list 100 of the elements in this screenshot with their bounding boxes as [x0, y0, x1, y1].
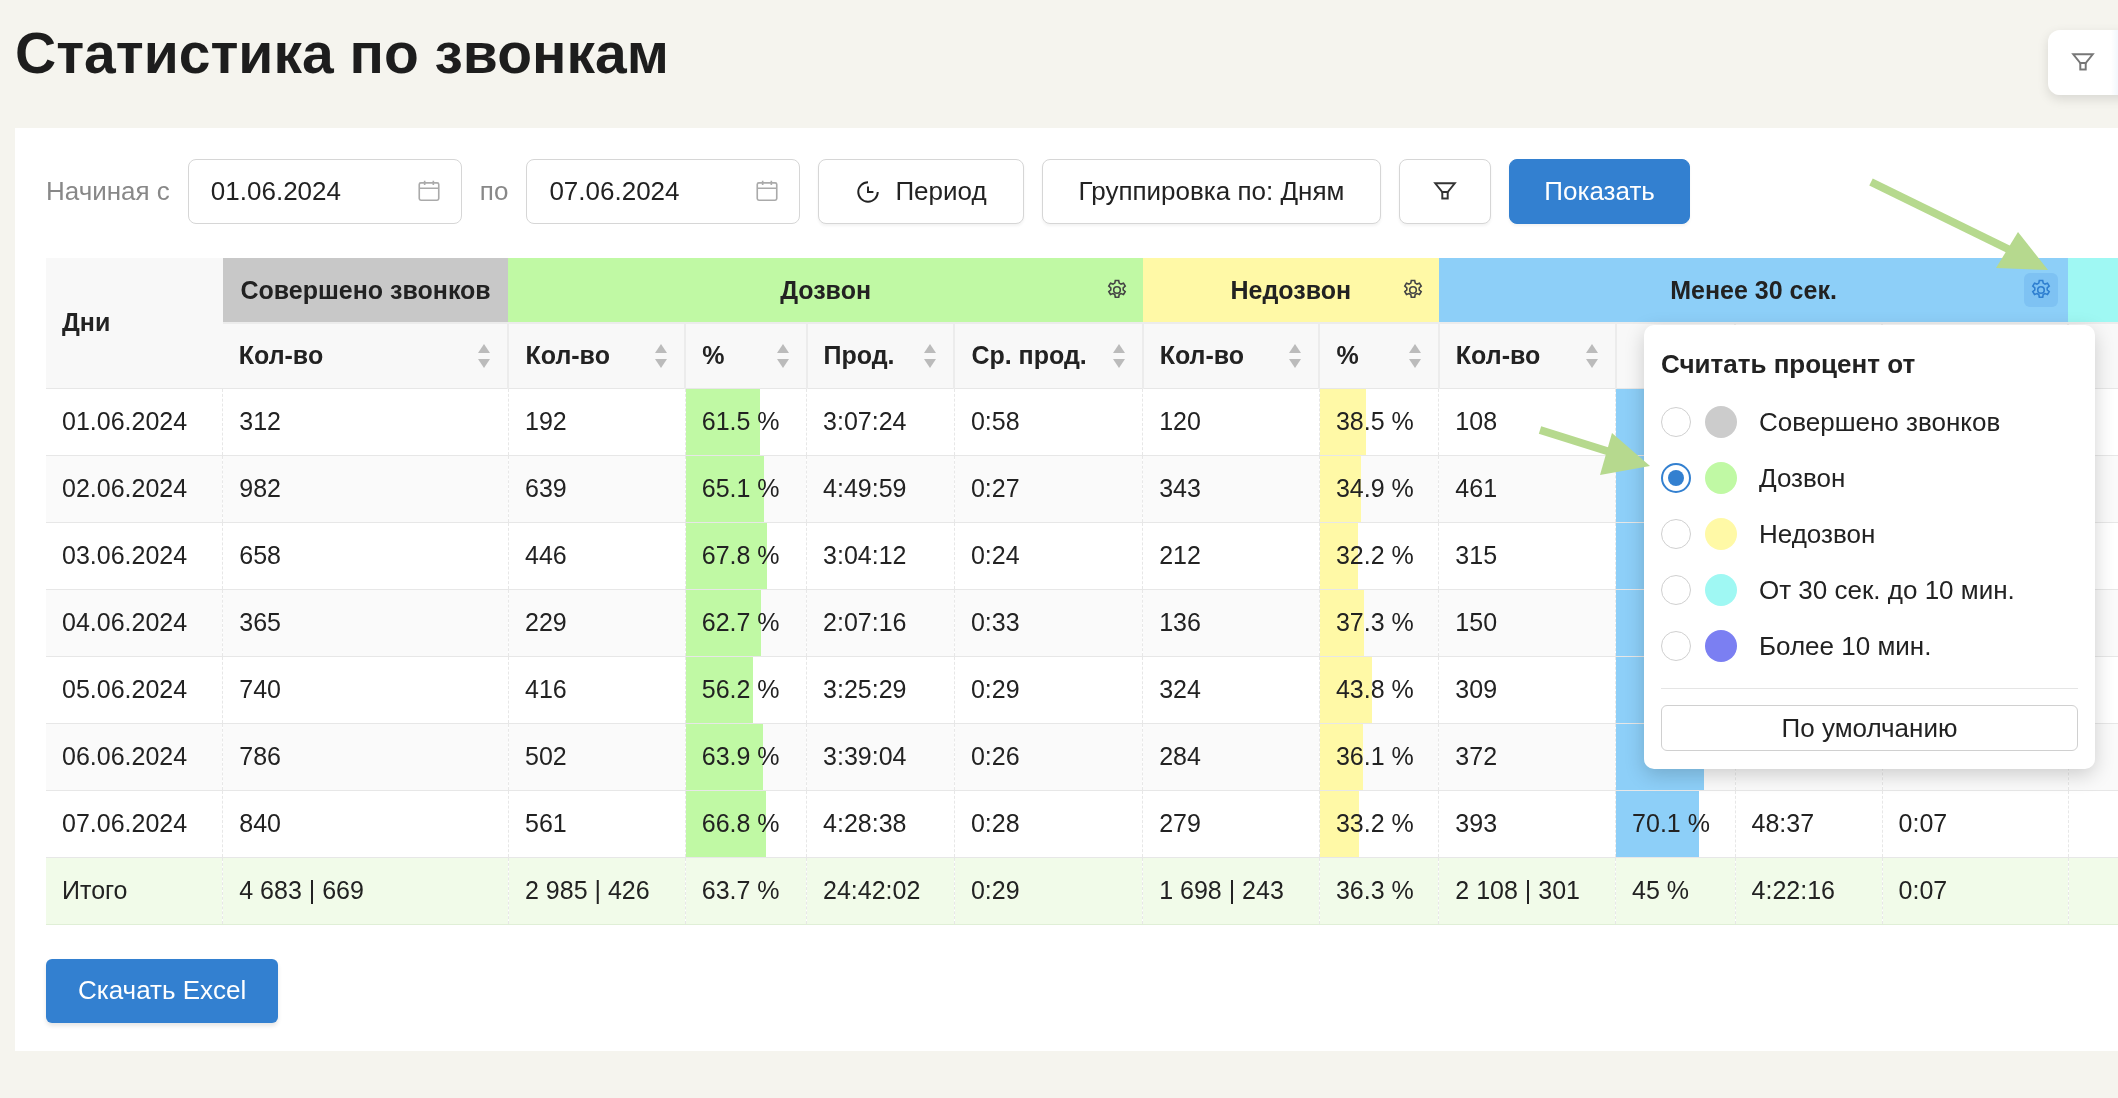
- table-cell: 63.9 %: [701, 742, 780, 770]
- option-label[interactable]: Недозвон: [1759, 518, 1876, 550]
- filter-button[interactable]: [2048, 30, 2118, 95]
- table-cell: 0:24: [970, 541, 1020, 569]
- page-title: Статистика по звонкам: [15, 20, 669, 86]
- table-cell: 315: [1455, 541, 1498, 569]
- table-cell: 284: [1159, 742, 1201, 770]
- group-header: Недозвон: [1142, 258, 1439, 323]
- column-header: Прод.: [823, 341, 895, 371]
- option-label[interactable]: От 30 сек. до 10 мин.: [1759, 574, 2015, 606]
- option-label[interactable]: Дозвон: [1759, 462, 1846, 494]
- column-header: %: [1336, 341, 1359, 371]
- table-cell: 324: [1159, 675, 1201, 703]
- download-button[interactable]: Скачать Excel: [46, 958, 279, 1023]
- table-cell: 982: [239, 474, 281, 502]
- sort-icon[interactable]: [923, 342, 938, 369]
- option-label[interactable]: Совершено звонков: [1759, 406, 2001, 438]
- to-label: по: [479, 176, 509, 207]
- date-field[interactable]: 01.06.2024: [187, 159, 462, 224]
- table-cell: 2 108 | 301: [1438, 857, 1616, 924]
- table-cell: 365: [239, 608, 281, 636]
- table-cell: 56.2 %: [701, 675, 780, 703]
- sort-icon[interactable]: [477, 342, 492, 369]
- table-cell: 02.06.2024: [46, 455, 223, 522]
- table-cell: 136: [1159, 608, 1201, 636]
- radio-button[interactable]: [1661, 463, 1691, 493]
- default-button[interactable]: По умолчанию: [1661, 705, 2078, 751]
- column-header: Ср. прод.: [971, 341, 1087, 371]
- table-cell: 343: [1159, 474, 1201, 502]
- table-cell: 0:58: [970, 407, 1020, 435]
- table-cell: 0:29: [954, 857, 1143, 924]
- column-header: %: [702, 341, 725, 371]
- table-cell: 36.3 %: [1319, 857, 1439, 924]
- table-cell: 04.06.2024: [46, 589, 223, 656]
- table-cell: 393: [1455, 809, 1498, 837]
- table-cell: 63.7 %: [685, 857, 807, 924]
- table-cell: 150: [1455, 608, 1498, 636]
- table-cell: 32.2 %: [1335, 541, 1414, 569]
- popup-title: Считать процент от: [1661, 349, 1917, 380]
- table-cell: 45 %: [1615, 857, 1736, 924]
- table-cell: 461: [1455, 474, 1498, 502]
- table-cell: 502: [525, 742, 567, 770]
- table-cell: 309: [1455, 675, 1498, 703]
- table-cell: 108: [1455, 407, 1498, 435]
- date-field[interactable]: 07.06.2024: [526, 159, 801, 224]
- table-cell: 3:39:04: [823, 742, 907, 770]
- sort-icon[interactable]: [1407, 342, 1422, 369]
- table-cell: 0:26: [970, 742, 1020, 770]
- sort-icon[interactable]: [1584, 342, 1599, 369]
- table-cell: 2 985 | 426: [508, 857, 686, 924]
- table-cell: 840: [239, 809, 281, 837]
- table-cell: 3:07:24: [823, 407, 907, 435]
- table-cell: 70.1 %: [1632, 809, 1710, 837]
- show-button[interactable]: Показать: [1509, 159, 1690, 224]
- table-cell: 38.5 %: [1335, 407, 1414, 435]
- group-header: Менее 30 сек.: [1438, 258, 2069, 323]
- calendar-icon[interactable]: [754, 178, 781, 204]
- group-header: Совершено звонков: [222, 258, 509, 323]
- table-cell: 4:22:16: [1735, 857, 1883, 924]
- table-cell: 740: [239, 675, 281, 703]
- period-button[interactable]: Период: [818, 159, 1024, 224]
- sort-icon[interactable]: [1111, 342, 1126, 369]
- table-cell: 229: [525, 608, 567, 636]
- table-cell: 06.06.2024: [46, 723, 223, 790]
- table-cell: 279: [1159, 809, 1201, 837]
- table-cell: 4 683 | 669: [222, 857, 509, 924]
- table-cell: 62.7 %: [701, 608, 780, 636]
- table-cell: 24:42:02: [806, 857, 955, 924]
- table-cell: 0:07: [1898, 809, 1948, 837]
- table-cell: 446: [525, 541, 567, 569]
- from-label: Начиная с: [46, 176, 170, 207]
- table-cell: 43.8 %: [1335, 675, 1414, 703]
- table-cell: 561: [525, 809, 567, 837]
- table-cell: 3:25:29: [823, 675, 907, 703]
- sort-icon[interactable]: [775, 342, 790, 369]
- sort-icon[interactable]: [654, 342, 669, 369]
- table-cell: 0:29: [970, 675, 1020, 703]
- table-cell: 786: [239, 742, 281, 770]
- table-cell: 67.8 %: [701, 541, 780, 569]
- column-header: Дни: [46, 258, 223, 388]
- clock-icon: [855, 178, 882, 205]
- table-cell: 0:07: [1882, 857, 2069, 924]
- table-cell: 416: [525, 675, 567, 703]
- group-header: Дозвон: [508, 258, 1143, 323]
- calendar-icon[interactable]: [415, 178, 442, 204]
- filter-button[interactable]: [1399, 159, 1492, 224]
- table-cell: 120: [1159, 407, 1201, 435]
- column-header: Кол-во: [1159, 341, 1245, 371]
- table-cell: 4:49:59: [823, 474, 907, 502]
- table-cell: Итого: [46, 857, 223, 924]
- grouping-button[interactable]: Группировка по: Дням: [1041, 159, 1382, 224]
- table-cell: 639: [525, 474, 567, 502]
- table-cell: 66.8 %: [701, 809, 780, 837]
- option-label[interactable]: Более 10 мин.: [1759, 630, 1932, 662]
- table-cell: 65.1 %: [701, 474, 780, 502]
- table-cell: 2:07:16: [823, 608, 907, 636]
- table-cell: 192: [525, 407, 567, 435]
- sort-icon[interactable]: [1288, 342, 1303, 369]
- table-cell: 33.2 %: [1335, 809, 1414, 837]
- table-cell: 372: [1455, 742, 1498, 770]
